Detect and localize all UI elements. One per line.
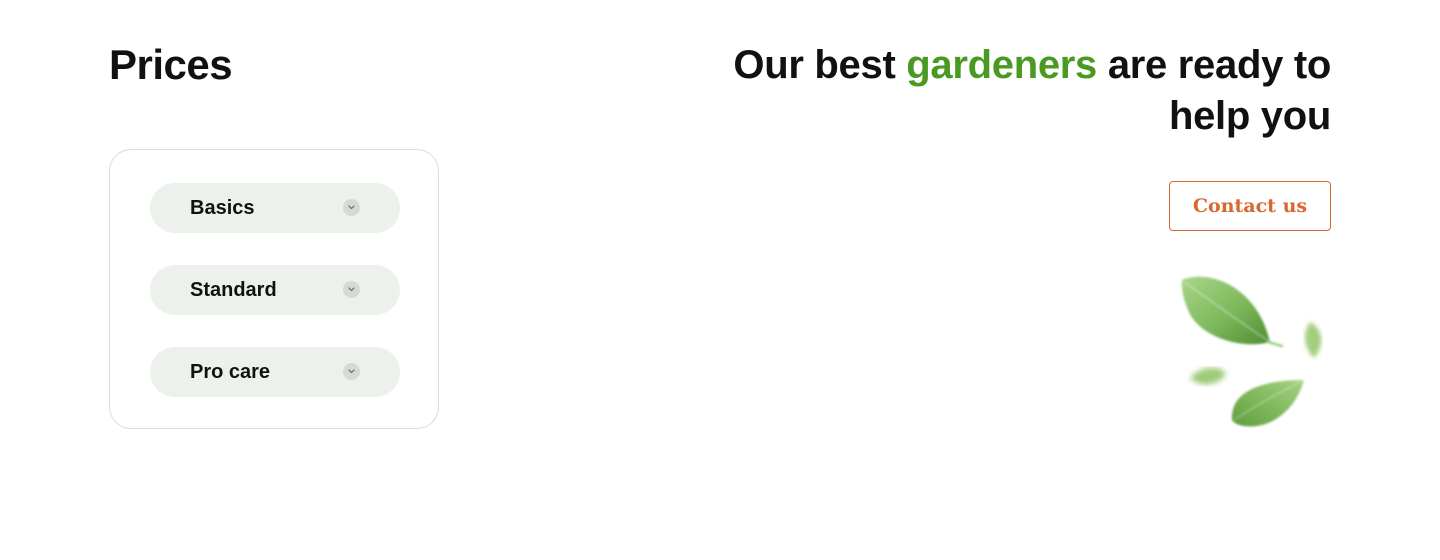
leaf-bottom: [1231, 379, 1305, 427]
leaf-small-left: [1190, 367, 1226, 385]
plan-label: Pro care: [190, 361, 271, 383]
leaf-large: [1181, 276, 1284, 348]
contact-us-button[interactable]: Contact us: [1169, 181, 1331, 231]
chevron-down-icon: [343, 363, 360, 380]
plan-label: Basics: [190, 197, 255, 219]
plans-card: Basics Standard Pro care: [109, 149, 439, 429]
plan-item-pro-care[interactable]: Pro care: [150, 347, 400, 397]
leaves-illustration: [1181, 276, 1322, 427]
headline-text-end: are ready to help you: [1097, 43, 1331, 138]
hero-headline: Our best gardeners are ready to help you: [731, 40, 1331, 142]
chevron-down-icon: [343, 281, 360, 298]
plan-label: Standard: [190, 279, 277, 301]
headline-text-start: Our best: [733, 43, 907, 87]
chevron-down-icon: [343, 199, 360, 216]
plan-item-standard[interactable]: Standard: [150, 265, 400, 315]
leaf-small-right: [1305, 322, 1322, 358]
prices-title: Prices: [109, 41, 233, 88]
headline-accent-word: gardeners: [906, 43, 1097, 87]
plan-item-basics[interactable]: Basics: [150, 183, 400, 233]
